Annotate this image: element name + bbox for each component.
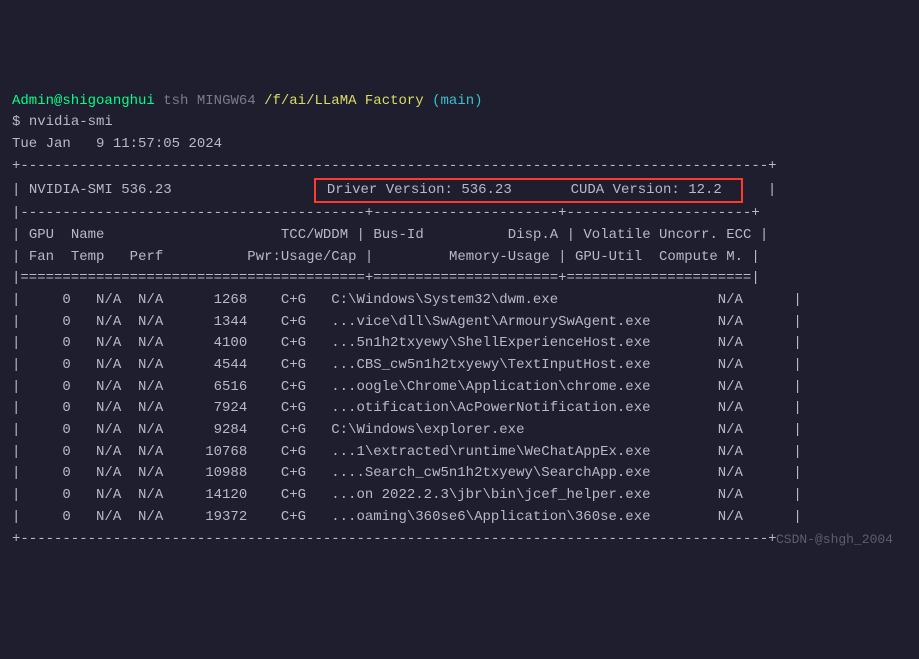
output-date: Tue Jan 9 11:57:05 2024 — [12, 136, 222, 152]
process-row: | 0 N/A N/A 4544 C+G ...CBS_cw5n1h2txyew… — [12, 357, 802, 373]
border-bottom: +---------------------------------------… — [12, 531, 777, 547]
process-row: | 0 N/A N/A 1344 C+G ...vice\dll\SwAgent… — [12, 314, 802, 330]
watermark: CSDN-@shgh_2004 — [776, 530, 893, 550]
process-row: | 0 N/A N/A 1268 C+G C:\Windows\System32… — [12, 292, 802, 308]
header-row-1: | GPU Name TCC/WDDM | Bus-Id Disp.A | Vo… — [12, 227, 768, 243]
process-row: | 0 N/A N/A 6516 C+G ...oogle\Chrome\App… — [12, 379, 802, 395]
process-row: | 0 N/A N/A 19372 C+G ...oaming\360se6\A… — [12, 509, 802, 525]
process-row: | 0 N/A N/A 10988 C+G ....Search_cw5n1h2… — [12, 465, 802, 481]
smi-header-row: | NVIDIA-SMI 536.23 Driver Version: 536.… — [12, 182, 776, 198]
border-mid1: |---------------------------------------… — [12, 205, 760, 221]
process-row: | 0 N/A N/A 14120 C+G ...on 2022.2.3\jbr… — [12, 487, 802, 503]
command-input[interactable]: nvidia-smi — [29, 114, 113, 130]
shell-prompt-symbol: $ — [12, 114, 29, 130]
process-row: | 0 N/A N/A 9284 C+G C:\Windows\explorer… — [12, 422, 802, 438]
process-table: | 0 N/A N/A 1268 C+G C:\Windows\System32… — [12, 290, 907, 529]
border-top: +---------------------------------------… — [12, 158, 777, 174]
shell-prompt-ps1: Admin@shigoanghui tsh MINGW64 /f/ai/LLaM… — [12, 93, 483, 109]
version-highlight: Driver Version: 536.23 CUDA Version: 12.… — [314, 178, 742, 204]
border-eq: |=======================================… — [12, 270, 760, 286]
process-row: | 0 N/A N/A 7924 C+G ...otification\AcPo… — [12, 400, 802, 416]
process-row: | 0 N/A N/A 4100 C+G ...5n1h2txyewy\Shel… — [12, 335, 802, 351]
process-row: | 0 N/A N/A 10768 C+G ...1\extracted\run… — [12, 444, 802, 460]
header-row-2: | Fan Temp Perf Pwr:Usage/Cap | Memory-U… — [12, 249, 760, 265]
